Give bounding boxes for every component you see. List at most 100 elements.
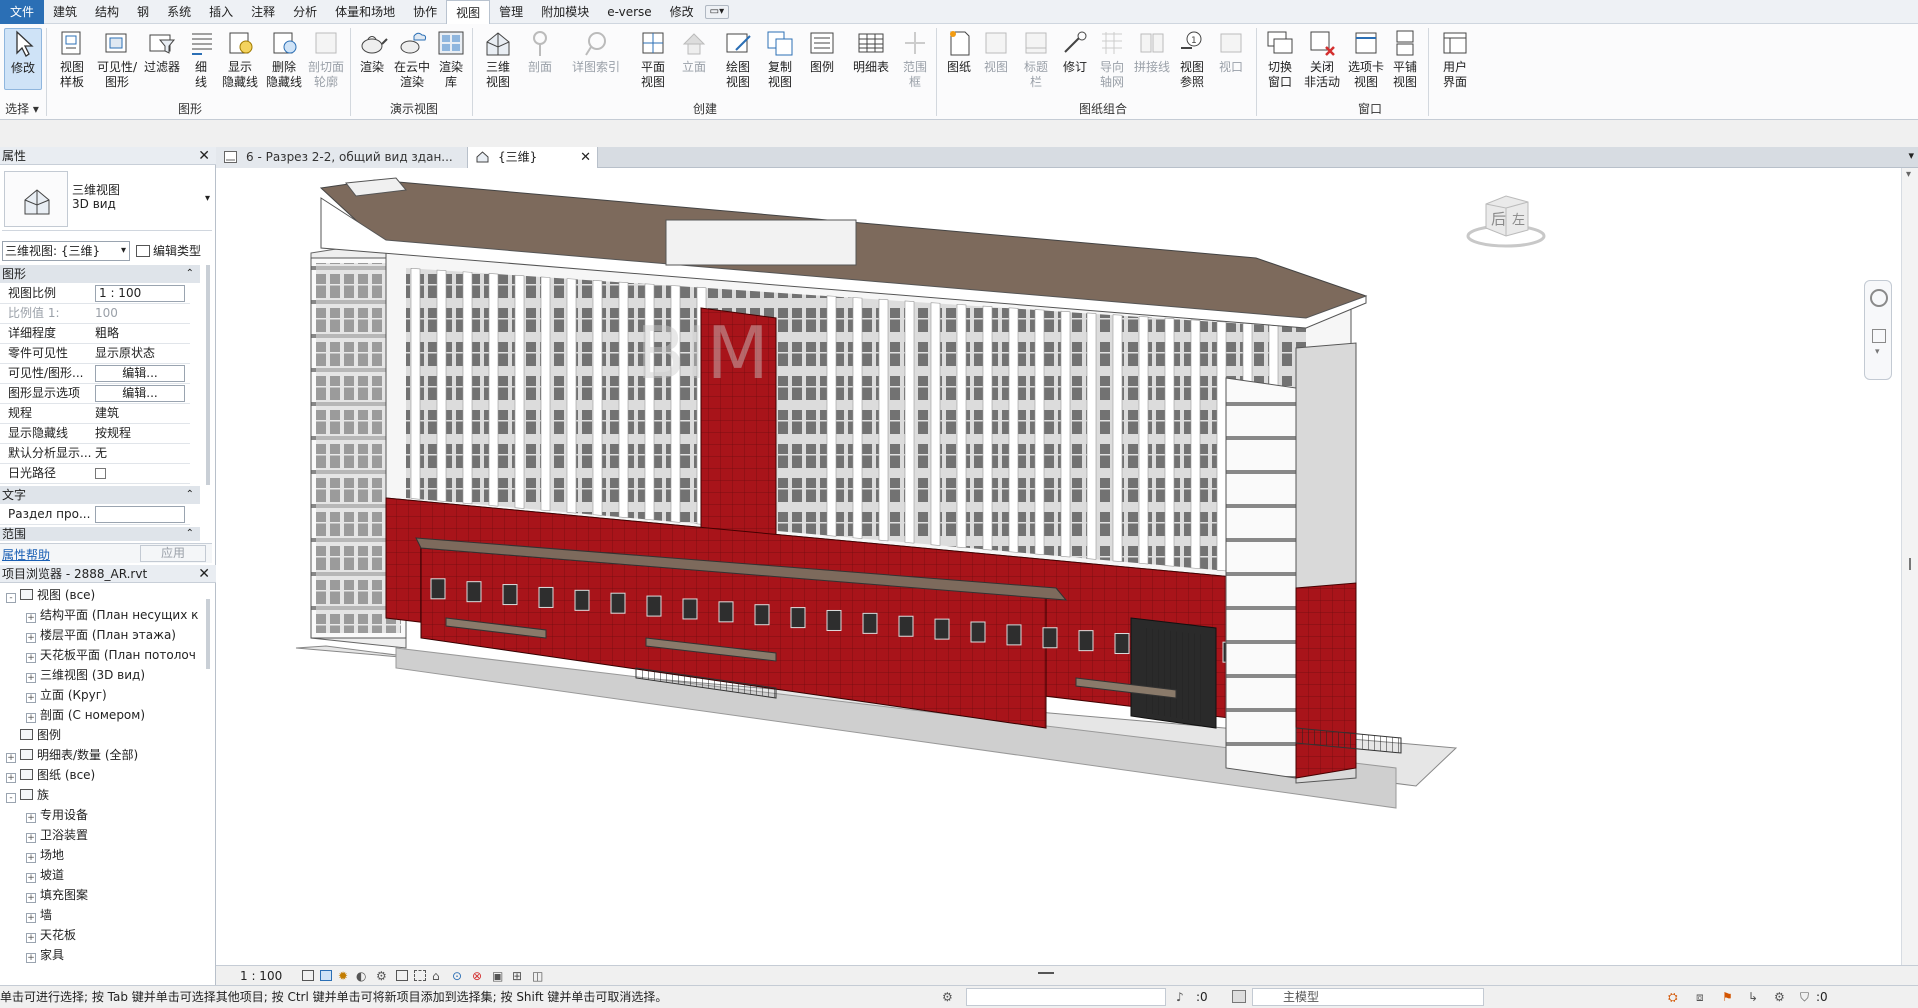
browser-tree-item[interactable]: + 卫浴装置 [26,825,88,845]
schedules-button[interactable]: 明细表 [848,28,894,75]
plan-views-button[interactable]: 平面 视图 [634,28,672,90]
expand-icon[interactable]: + [26,853,36,863]
browser-tree-item[interactable]: + 专用设备 [26,805,88,825]
expand-icon[interactable]: + [6,753,16,763]
browser-tree-item[interactable]: + 立面 (Круг) [26,685,107,705]
browser-tree-item[interactable]: + 天花板平面 (План потолоч [26,645,196,665]
prop-analysis-display[interactable]: 默认分析显示... 无 [0,444,190,464]
user-interface-button[interactable]: 用户 界面 [1434,28,1476,90]
tab-file[interactable]: 文件 [0,0,45,24]
properties-scrollbar[interactable] [206,265,210,485]
section-text-field[interactable] [95,506,185,523]
tab-3d-view[interactable]: {三维} ✕ [468,147,598,168]
tab-overflow-chevron-icon[interactable]: ▾ [1908,149,1914,162]
view-cube-left-face[interactable]: 左 [1512,209,1525,228]
modify-button[interactable]: 修改 [4,28,42,90]
browser-tree-item[interactable]: + 楼层平面 (План этажа) [26,625,176,645]
prop-graphic-display[interactable]: 图形显示选项 编辑... [0,384,190,404]
unlock-3d-icon[interactable]: ⌂ [432,966,440,986]
tab-view[interactable]: 视图 [446,0,491,25]
expand-icon[interactable]: + [26,813,36,823]
expand-icon[interactable]: + [26,613,36,623]
expand-icon[interactable]: + [26,893,36,903]
view-cube[interactable]: 后 左 [1466,184,1546,254]
render-gallery-button[interactable]: 渲染 库 [434,28,468,90]
expand-icon[interactable]: + [26,833,36,843]
title-block-button[interactable]: 标题 栏 [1018,28,1054,90]
place-view-button[interactable]: 视图 [978,28,1014,75]
tile-views-button[interactable]: 平铺 视图 [1388,28,1422,90]
temporary-properties-icon[interactable]: ▣ [492,966,503,986]
callout-button[interactable]: 详图索引 [568,28,624,75]
expand-icon[interactable]: + [26,633,36,643]
browser-tree-item[interactable]: + 墙 [26,905,52,925]
chevron-down-icon[interactable]: ▾ [1875,347,1880,357]
collapse-icon[interactable]: - [6,793,16,803]
close-icon[interactable]: ✕ [198,565,210,583]
vertical-scrollbar[interactable]: ▾ [1901,168,1918,965]
select-links-icon[interactable]: ⛭ [1668,986,1678,1008]
expand-icon[interactable]: + [26,953,36,963]
browser-tree-item[interactable]: + 场地 [26,845,64,865]
browser-scrollbar[interactable] [206,599,210,669]
design-option-selector[interactable]: 主模型 [1252,988,1484,1006]
prop-discipline[interactable]: 规程 建筑 [0,404,190,424]
matchline-button[interactable]: 拼接线 [1132,28,1172,75]
expand-icon[interactable]: + [26,653,36,663]
chevron-up-icon[interactable]: ▾ [1906,169,1911,180]
reveal-hidden-icon[interactable]: ⊗ [472,966,482,986]
tab-steel[interactable]: 钢 [128,0,158,24]
select-pinned-icon[interactable]: ⚑ [1722,986,1733,1008]
prop-show-hidden-lines[interactable]: 显示隐藏线 按规程 [0,424,190,444]
browser-tree-item[interactable]: -族 [6,785,49,805]
browser-tree-item[interactable]: + 图纸 (все) [6,765,95,785]
expand-icon[interactable]: + [26,913,36,923]
tab-analyze[interactable]: 分析 [284,0,326,24]
prop-vg-overrides[interactable]: 可见性/图形... 编辑... [0,364,190,384]
sheet-button[interactable]: 图纸 [942,28,976,75]
tab-addins[interactable]: 附加模块 [532,0,598,24]
browser-tree-item[interactable]: + 剖面 (С номером) [26,705,145,725]
expand-icon[interactable]: + [26,693,36,703]
filter-icon[interactable]: ⛉ [1800,986,1809,1008]
elevation-button[interactable]: 立面 [676,28,712,75]
category-extents[interactable]: 范围 ⌃ [0,527,200,541]
tab-massing-site[interactable]: 体量和场地 [326,0,404,24]
expand-icon[interactable]: + [26,713,36,723]
visual-style-icon[interactable] [320,970,332,981]
legends-button[interactable]: 图例 [804,28,840,75]
tab-architecture[interactable]: 建筑 [44,0,86,24]
tab-views-button[interactable]: 选项卡 视图 [1344,28,1388,90]
collapse-icon[interactable]: - [6,593,16,603]
scope-box-button[interactable]: 范围 框 [898,28,932,90]
edit-graphic-display-button[interactable]: 编辑... [95,385,185,402]
detail-level-icon[interactable] [302,970,314,981]
expand-icon[interactable]: + [6,773,16,783]
cut-profile-button[interactable]: 剖切面 轮廓 [306,28,346,90]
render-dialog-icon[interactable]: ⚙ [376,966,387,986]
viewports-button[interactable]: 视口 [1214,28,1248,75]
tab-collaborate[interactable]: 协作 [404,0,446,24]
browser-tree-item[interactable]: + 三维视图 (3D вид) [26,665,145,685]
thin-lines-button[interactable]: 细 线 [186,28,216,90]
visibility-graphics-button[interactable]: 可见性/ 图形 [94,28,140,90]
steering-wheel-icon[interactable] [1870,289,1888,307]
tab-annotate[interactable]: 注释 [242,0,284,24]
browser-tree-item[interactable]: + 家具 [26,945,64,965]
design-options-icon[interactable] [1232,990,1246,1003]
crop-region-icon[interactable] [414,970,426,981]
chevron-down-icon[interactable]: ▾ [205,193,210,204]
expand-icon[interactable]: + [26,673,36,683]
filters-button[interactable]: 过滤器 [140,28,184,75]
select-underlay-icon[interactable]: ⧈ [1696,986,1704,1008]
browser-tree-item[interactable]: + 天花板 [26,925,76,945]
guide-grid-button[interactable]: 导向 轴网 [1094,28,1130,90]
3d-view-button[interactable]: 三维 视图 [478,28,518,90]
switch-windows-button[interactable]: 切换 窗口 [1262,28,1298,90]
tab-manage[interactable]: 管理 [490,0,532,24]
crop-view-icon[interactable] [396,970,408,981]
remove-hidden-lines-button[interactable]: 删除 隐藏线 [262,28,306,90]
type-selector[interactable]: 三维视图 3D вид ▾ [2,169,212,231]
sun-path-icon[interactable]: ✹ [338,966,348,986]
view-scale-control[interactable]: 1 : 100 [240,966,282,986]
